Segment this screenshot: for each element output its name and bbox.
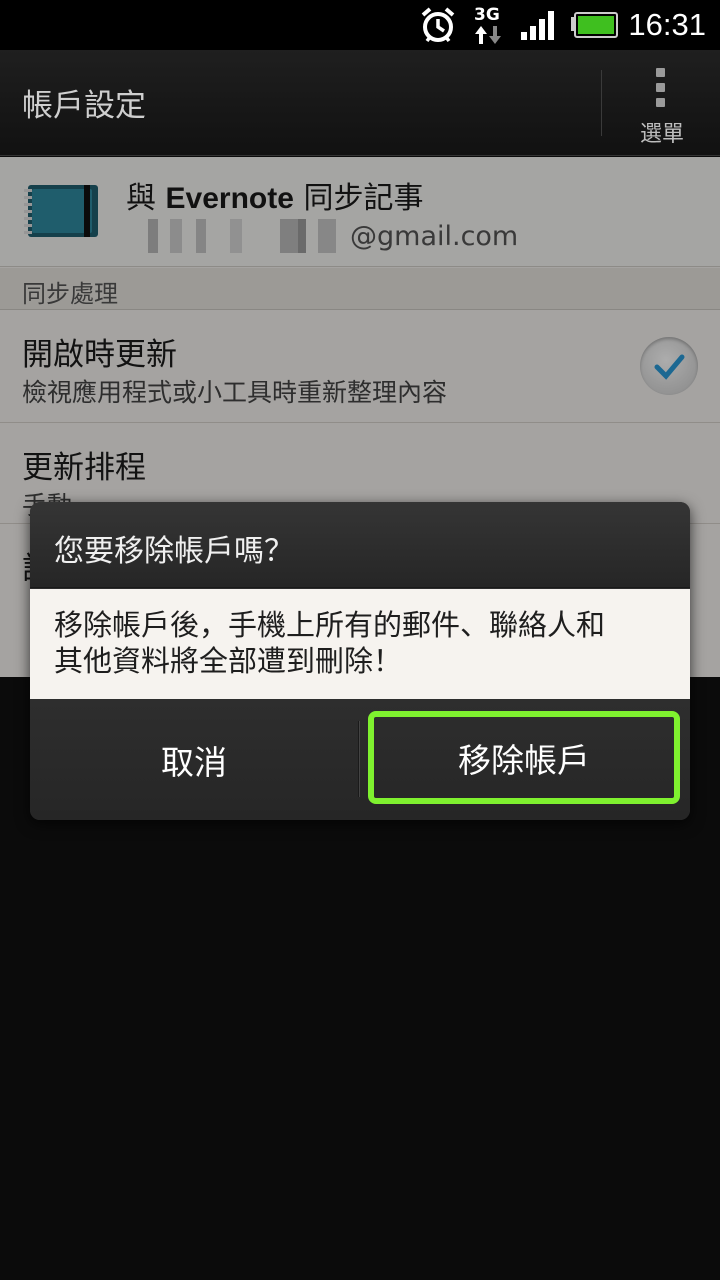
overflow-menu-icon bbox=[656, 68, 666, 113]
dialog-title: 您要移除帳戶嗎？ bbox=[54, 534, 294, 569]
dialog-message-line1: 移除帳戶後，手機上所有的郵件、聯絡人和 bbox=[54, 608, 606, 642]
battery-icon bbox=[570, 0, 618, 50]
remove-account-button[interactable]: 移除帳戶 bbox=[368, 711, 680, 804]
page-title: 帳戶設定 bbox=[22, 88, 146, 124]
action-bar-divider bbox=[601, 70, 602, 136]
dialog-buttons: 取消 移除帳戶 bbox=[30, 699, 690, 820]
status-bar: 3G 16:31 bbox=[0, 0, 720, 50]
svg-text:3G: 3G bbox=[474, 5, 500, 25]
status-time: 16:31 bbox=[628, 7, 706, 42]
action-bar: 帳戶設定 選單 bbox=[0, 50, 720, 156]
alarm-icon bbox=[418, 0, 458, 50]
dialog-body: 移除帳戶後，手機上所有的郵件、聯絡人和 其他資料將全部遭到刪除！ bbox=[30, 589, 690, 699]
signal-icon bbox=[520, 0, 558, 50]
dialog-message-line2: 其他資料將全部遭到刪除！ bbox=[54, 644, 403, 678]
button-divider bbox=[358, 721, 360, 797]
menu-button[interactable]: 選單 bbox=[604, 50, 720, 156]
cancel-button[interactable]: 取消 bbox=[30, 699, 358, 820]
dialog-title-bar: 您要移除帳戶嗎？ bbox=[30, 502, 690, 588]
remove-account-dialog: 您要移除帳戶嗎？ 移除帳戶後，手機上所有的郵件、聯絡人和 其他資料將全部遭到刪除… bbox=[30, 502, 690, 820]
dialog-message: 移除帳戶後，手機上所有的郵件、聯絡人和 其他資料將全部遭到刪除！ bbox=[54, 607, 674, 679]
3g-icon: 3G bbox=[472, 0, 506, 50]
menu-label: 選單 bbox=[639, 122, 684, 147]
